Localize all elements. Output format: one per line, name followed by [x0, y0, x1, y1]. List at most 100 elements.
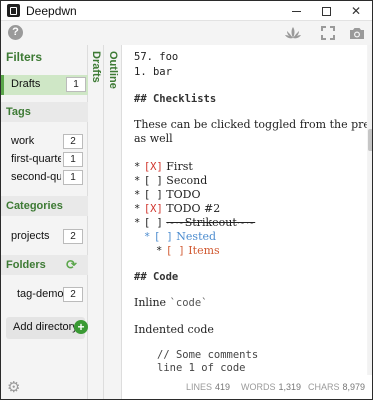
checklists-heading: ## Checklists — [134, 93, 217, 105]
count-badge: 1 — [63, 152, 83, 167]
checklist-item-nested[interactable]: * [ ] Nested — [144, 230, 216, 243]
sidebar-item-work[interactable]: work 2 — [1, 132, 88, 152]
code-line: // Some comments — [157, 349, 259, 361]
sidebar-item-label: tag-demo — [17, 288, 64, 300]
status-bar: LINES 419 WORDS 1,319 CHARS 8,979 — [122, 375, 372, 399]
maximize-button[interactable] — [311, 1, 341, 21]
gear-icon[interactable]: ⚙ — [7, 380, 23, 396]
folders-header: Folders ⟳ — [1, 255, 88, 275]
filters-sidebar: Filters Drafts 1 Tags work 2 first-quart… — [1, 45, 88, 399]
chars-stat: CHARS 8,979 — [308, 382, 365, 392]
list-bullet: * — [156, 245, 163, 257]
checklist-text: Second — [166, 174, 208, 187]
count-badge: 2 — [63, 229, 83, 244]
checklist-text: ~~Strikeout~~ — [166, 216, 256, 229]
list-bullet: * — [134, 175, 141, 187]
filters-title: Filters — [6, 50, 43, 64]
chars-label: CHARS — [308, 382, 340, 392]
checkbox-unchecked[interactable]: [ ] — [144, 175, 163, 187]
help-icon[interactable]: ? — [8, 25, 23, 40]
checklist-item[interactable]: * [ ] TODO — [134, 188, 201, 201]
words-stat: WORDS 1,319 — [241, 382, 301, 392]
checklist-item-nested[interactable]: * [ ] Items — [156, 244, 220, 257]
lotus-icon[interactable] — [284, 24, 302, 42]
editor-line: 1. bar — [134, 66, 172, 78]
inline-label: Inline — [134, 296, 167, 309]
code-heading: ## Code — [134, 271, 179, 283]
minimize-button[interactable] — [281, 1, 311, 21]
editor-line: 57. foo — [134, 51, 179, 63]
sidebar-item-second-quarter[interactable]: second-qu... 1 — [1, 168, 88, 188]
list-bullet: * — [134, 203, 141, 215]
close-icon: ✕ — [350, 4, 362, 18]
window-title: Deepdwn — [26, 4, 77, 18]
list-bullet: * — [144, 231, 151, 243]
sidebar-item-tag-demo[interactable]: tag-demo 2 — [1, 285, 88, 305]
editor-paragraph: These can be clicked toggled from the pr… — [134, 118, 367, 131]
list-bullet: * — [134, 161, 141, 173]
checklist-item[interactable]: * [X] First — [134, 160, 193, 173]
checkbox-unchecked[interactable]: [ ] — [144, 217, 163, 229]
add-icon: + — [74, 320, 88, 334]
checkbox-checked[interactable]: [X] — [144, 161, 163, 173]
inline-code-line: Inline `code` — [134, 296, 208, 309]
lines-label: LINES — [186, 382, 213, 392]
camera-icon[interactable] — [348, 24, 366, 42]
sidebar-item-label: second-qu... — [11, 171, 61, 183]
checklist-item[interactable]: * [ ] ~~Strikeout~~ — [134, 216, 255, 229]
chars-value: 8,979 — [342, 382, 366, 392]
count-badge: 2 — [63, 134, 83, 149]
checkbox-unchecked[interactable]: [ ] — [144, 189, 163, 201]
editor-scrollbar[interactable] — [368, 45, 372, 375]
checklist-text: TODO #2 — [166, 202, 221, 215]
words-value: 1,319 — [278, 382, 302, 392]
count-badge: 1 — [63, 170, 83, 185]
checklist-item[interactable]: * [ ] Second — [134, 174, 207, 187]
count-badge: 2 — [63, 287, 83, 302]
checklist-text: First — [166, 160, 193, 173]
checklist-text: Items — [188, 244, 220, 257]
folders-header-label: Folders — [6, 259, 46, 271]
scrollbar-thumb[interactable] — [368, 129, 372, 151]
sidebar-item-label: first-quarter — [11, 153, 61, 165]
categories-header: Categories — [1, 196, 88, 216]
checkbox-unchecked[interactable]: [ ] — [166, 245, 185, 257]
tab-divider — [103, 45, 104, 399]
tags-header: Tags — [1, 102, 88, 122]
checkbox-unchecked[interactable]: [ ] — [154, 231, 173, 243]
checklist-item[interactable]: * [X] TODO #2 — [134, 202, 220, 215]
sidebar-item-drafts[interactable]: Drafts 1 — [1, 75, 88, 95]
minimize-icon — [291, 10, 301, 12]
app-icon — [7, 4, 20, 17]
maximize-icon — [321, 6, 331, 16]
editor-paragraph: as well — [134, 132, 173, 145]
checkbox-checked[interactable]: [X] — [144, 203, 163, 215]
add-directory-label: Add directory — [13, 321, 78, 333]
words-label: WORDS — [241, 382, 276, 392]
add-directory-button[interactable]: Add directory + — [6, 317, 88, 339]
lines-value: 419 — [215, 382, 231, 392]
app-window: Deepdwn ✕ ? Filters Drafts 1 Tags work 2… — [0, 0, 373, 400]
list-bullet: * — [134, 189, 141, 201]
expand-icon[interactable] — [319, 24, 337, 42]
list-bullet: * — [134, 217, 141, 229]
indented-code-label: Indented code — [134, 323, 214, 336]
sidebar-item-projects[interactable]: projects 2 — [1, 227, 88, 247]
sidebar-item-label: projects — [11, 230, 50, 242]
toolbar: ? — [1, 22, 372, 45]
tab-outline[interactable]: Outline — [107, 51, 119, 89]
tab-drafts[interactable]: Drafts — [90, 51, 102, 83]
lines-stat: LINES 419 — [186, 382, 230, 392]
sidebar-item-label: Drafts — [11, 78, 41, 90]
checklist-text: Nested — [176, 230, 217, 243]
code-line: line 1 of code — [157, 362, 246, 374]
vertical-tabs: Drafts Outline — [88, 45, 122, 399]
count-badge: 1 — [66, 77, 86, 92]
markdown-editor[interactable]: 57. foo 1. bar ## Checklists These can b… — [122, 45, 367, 375]
sidebar-item-first-quarter[interactable]: first-quarter 1 — [1, 150, 88, 170]
checklist-text: TODO — [166, 188, 201, 201]
title-bar: Deepdwn ✕ — [1, 1, 372, 21]
inline-code: `code` — [169, 297, 208, 309]
close-button[interactable]: ✕ — [341, 1, 371, 21]
refresh-icon[interactable]: ⟳ — [66, 258, 80, 272]
